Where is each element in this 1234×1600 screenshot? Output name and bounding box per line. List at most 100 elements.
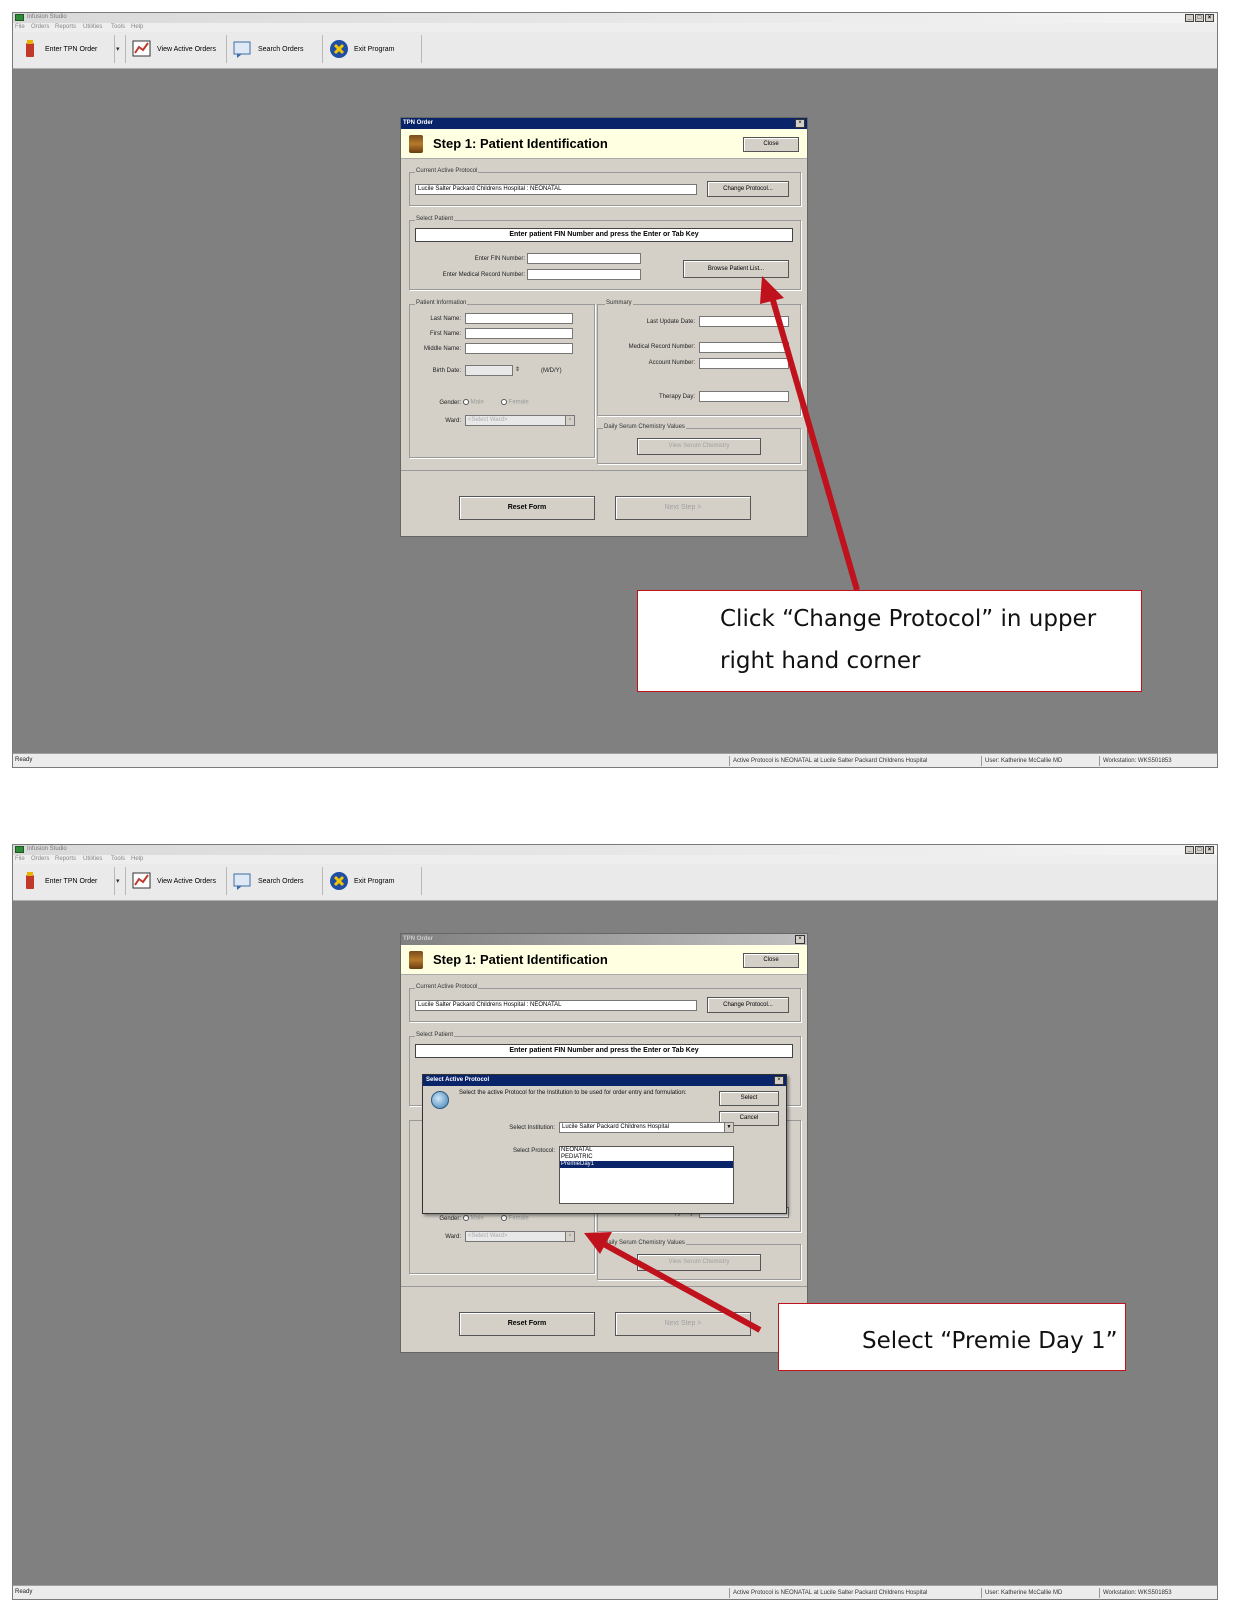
view-active-orders-button[interactable]: View Active Orders xyxy=(127,35,227,63)
next-step-button[interactable]: Next Step > xyxy=(615,1312,751,1336)
maximize-button[interactable]: □ xyxy=(1195,846,1204,854)
gender-female-radio[interactable]: Female xyxy=(501,1215,529,1222)
institution-select[interactable]: Lucile Salter Packard Childrens Hospital… xyxy=(559,1122,734,1133)
enter-tpn-order-button[interactable]: Enter TPN Order xyxy=(15,35,115,63)
account-number-label: Account Number: xyxy=(648,360,695,366)
spinner-icon: ⇕ xyxy=(515,367,521,373)
exit-program-button[interactable]: Exit Program xyxy=(324,35,422,63)
last-name-field[interactable] xyxy=(465,313,573,324)
chevron-down-icon: ▾ xyxy=(116,46,120,53)
protocol-dialog-close-x[interactable]: × xyxy=(774,1076,784,1085)
menu-orders[interactable]: Orders xyxy=(31,24,49,30)
main-toolbar: Enter TPN Order ▾ View Active Orders Sea… xyxy=(13,864,1217,901)
first-name-label: First Name: xyxy=(429,331,461,337)
menu-utilities[interactable]: Utilities xyxy=(83,24,102,30)
view-serum-chemistry-button[interactable]: View Serum Chemistry xyxy=(637,1254,761,1271)
status-active-protocol: Active Protocol is NEONATAL at Lucile Sa… xyxy=(729,756,927,766)
menu-tools[interactable]: Tools xyxy=(111,24,125,30)
enter-tpn-order-button[interactable]: Enter TPN Order xyxy=(15,867,115,895)
maximize-button[interactable]: □ xyxy=(1195,14,1204,22)
ward-select-value: <Select Ward> xyxy=(468,1233,508,1239)
current-protocol-field: Lucile Salter Packard Childrens Hospital… xyxy=(415,1000,697,1011)
select-patient-group-label: Select Patient xyxy=(415,1032,455,1038)
dialog-close-x[interactable]: × xyxy=(795,935,805,944)
globe-icon xyxy=(431,1091,449,1109)
ward-select-value: <Select Ward> xyxy=(468,417,508,423)
dialog-close-x[interactable]: × xyxy=(795,119,805,128)
minimize-button[interactable]: _ xyxy=(1185,14,1194,22)
protocol-listbox[interactable]: NEONATAL PEDIATRIC PremieDay1 xyxy=(559,1146,734,1204)
status-ready: Ready xyxy=(15,757,33,763)
fin-number-input[interactable] xyxy=(527,253,641,264)
menu-utilities[interactable]: Utilities xyxy=(83,856,102,862)
view-serum-chemistry-button[interactable]: View Serum Chemistry xyxy=(637,438,761,455)
menu-bar: File Orders Reports Utilities Tools Help xyxy=(13,23,1217,32)
minimize-button[interactable]: _ xyxy=(1185,846,1194,854)
menu-reports[interactable]: Reports xyxy=(55,24,76,30)
next-step-button[interactable]: Next Step > xyxy=(615,496,751,520)
app-title-bar: Infusion Studio _ □ × xyxy=(13,845,1217,855)
tpn-order-dialog: TPN Order × Step 1: Patient Identificati… xyxy=(400,933,808,1353)
select-button[interactable]: Select xyxy=(719,1091,779,1106)
view-active-orders-button[interactable]: View Active Orders xyxy=(127,867,227,895)
app-icon xyxy=(15,846,24,853)
enter-tpn-order-dropdown[interactable]: ▾ xyxy=(116,867,126,895)
close-window-button[interactable]: × xyxy=(1205,14,1214,22)
gender-male-label: Male xyxy=(470,1215,484,1222)
orders-chart-icon xyxy=(132,40,151,57)
summary-group-label: Summary xyxy=(605,300,633,306)
browse-patient-list-button[interactable]: Browse Patient List... xyxy=(683,260,789,278)
menu-file[interactable]: File xyxy=(15,856,25,862)
exit-program-button[interactable]: Exit Program xyxy=(324,867,422,895)
reset-form-button[interactable]: Reset Form xyxy=(459,1312,595,1336)
search-orders-label: Search Orders xyxy=(258,45,304,53)
status-bar: Ready Active Protocol is NEONATAL at Luc… xyxy=(13,753,1217,767)
ward-select[interactable]: <Select Ward> ▼ xyxy=(465,1231,575,1242)
menu-orders[interactable]: Orders xyxy=(31,856,49,862)
gender-female-label: Female xyxy=(508,1215,529,1222)
change-protocol-button[interactable]: Change Protocol... xyxy=(707,181,789,197)
close-button[interactable]: Close xyxy=(743,953,799,968)
status-workstation: Workstation: WKS501853 xyxy=(1099,756,1172,766)
screenshot-2: Infusion Studio _ □ × File Orders Report… xyxy=(12,844,1218,1600)
protocol-option-pediatric[interactable]: PEDIATRIC xyxy=(560,1154,733,1161)
change-protocol-button[interactable]: Change Protocol... xyxy=(707,997,789,1013)
menu-help[interactable]: Help xyxy=(131,24,143,30)
current-protocol-group-label: Current Active Protocol xyxy=(415,984,479,990)
menu-reports[interactable]: Reports xyxy=(55,856,76,862)
enter-tpn-order-dropdown[interactable]: ▾ xyxy=(116,35,126,63)
ward-select[interactable]: <Select Ward> ▼ xyxy=(465,415,575,426)
orders-chart-icon xyxy=(132,872,151,889)
callout-change-protocol-line1: Click “Change Protocol” in upper xyxy=(720,606,1097,632)
main-toolbar: Enter TPN Order ▾ View Active Orders Sea… xyxy=(13,32,1217,69)
close-window-button[interactable]: × xyxy=(1205,846,1214,854)
status-active-protocol: Active Protocol is NEONATAL at Lucile Sa… xyxy=(729,1588,927,1598)
menu-file[interactable]: File xyxy=(15,24,25,30)
protocol-option-neonatal[interactable]: NEONATAL xyxy=(560,1147,733,1154)
protocol-label: Select Protocol: xyxy=(512,1148,555,1154)
first-name-field[interactable] xyxy=(465,328,573,339)
reset-form-button[interactable]: Reset Form xyxy=(459,496,595,520)
middle-name-field[interactable] xyxy=(465,343,573,354)
search-orders-button[interactable]: Search Orders xyxy=(228,35,323,63)
search-orders-label: Search Orders xyxy=(258,877,304,885)
status-user: User: Katherine McCallie MD xyxy=(981,1588,1062,1598)
gender-male-radio[interactable]: Male xyxy=(463,399,484,406)
birth-date-format: (M/D/Y) xyxy=(541,368,562,374)
gender-label: Gender: xyxy=(439,400,461,406)
menu-tools[interactable]: Tools xyxy=(111,856,125,862)
dialog-header: Step 1: Patient Identification Close xyxy=(401,129,807,159)
gender-male-radio[interactable]: Male xyxy=(463,1215,484,1222)
close-button[interactable]: Close xyxy=(743,137,799,152)
tpn-bottle-icon xyxy=(409,951,423,969)
mrn-input[interactable] xyxy=(527,269,641,280)
menu-help[interactable]: Help xyxy=(131,856,143,862)
current-protocol-field: Lucile Salter Packard Childrens Hospital… xyxy=(415,184,697,195)
search-orders-button[interactable]: Search Orders xyxy=(228,867,323,895)
callout-select-premie-text: Select “Premie Day 1” xyxy=(862,1328,1118,1354)
exit-icon xyxy=(330,40,348,58)
fin-instruction-banner: Enter patient FIN Number and press the E… xyxy=(415,1044,793,1058)
status-ready: Ready xyxy=(15,1589,33,1595)
protocol-option-premieday1[interactable]: PremieDay1 xyxy=(560,1161,733,1168)
gender-female-radio[interactable]: Female xyxy=(501,399,529,406)
